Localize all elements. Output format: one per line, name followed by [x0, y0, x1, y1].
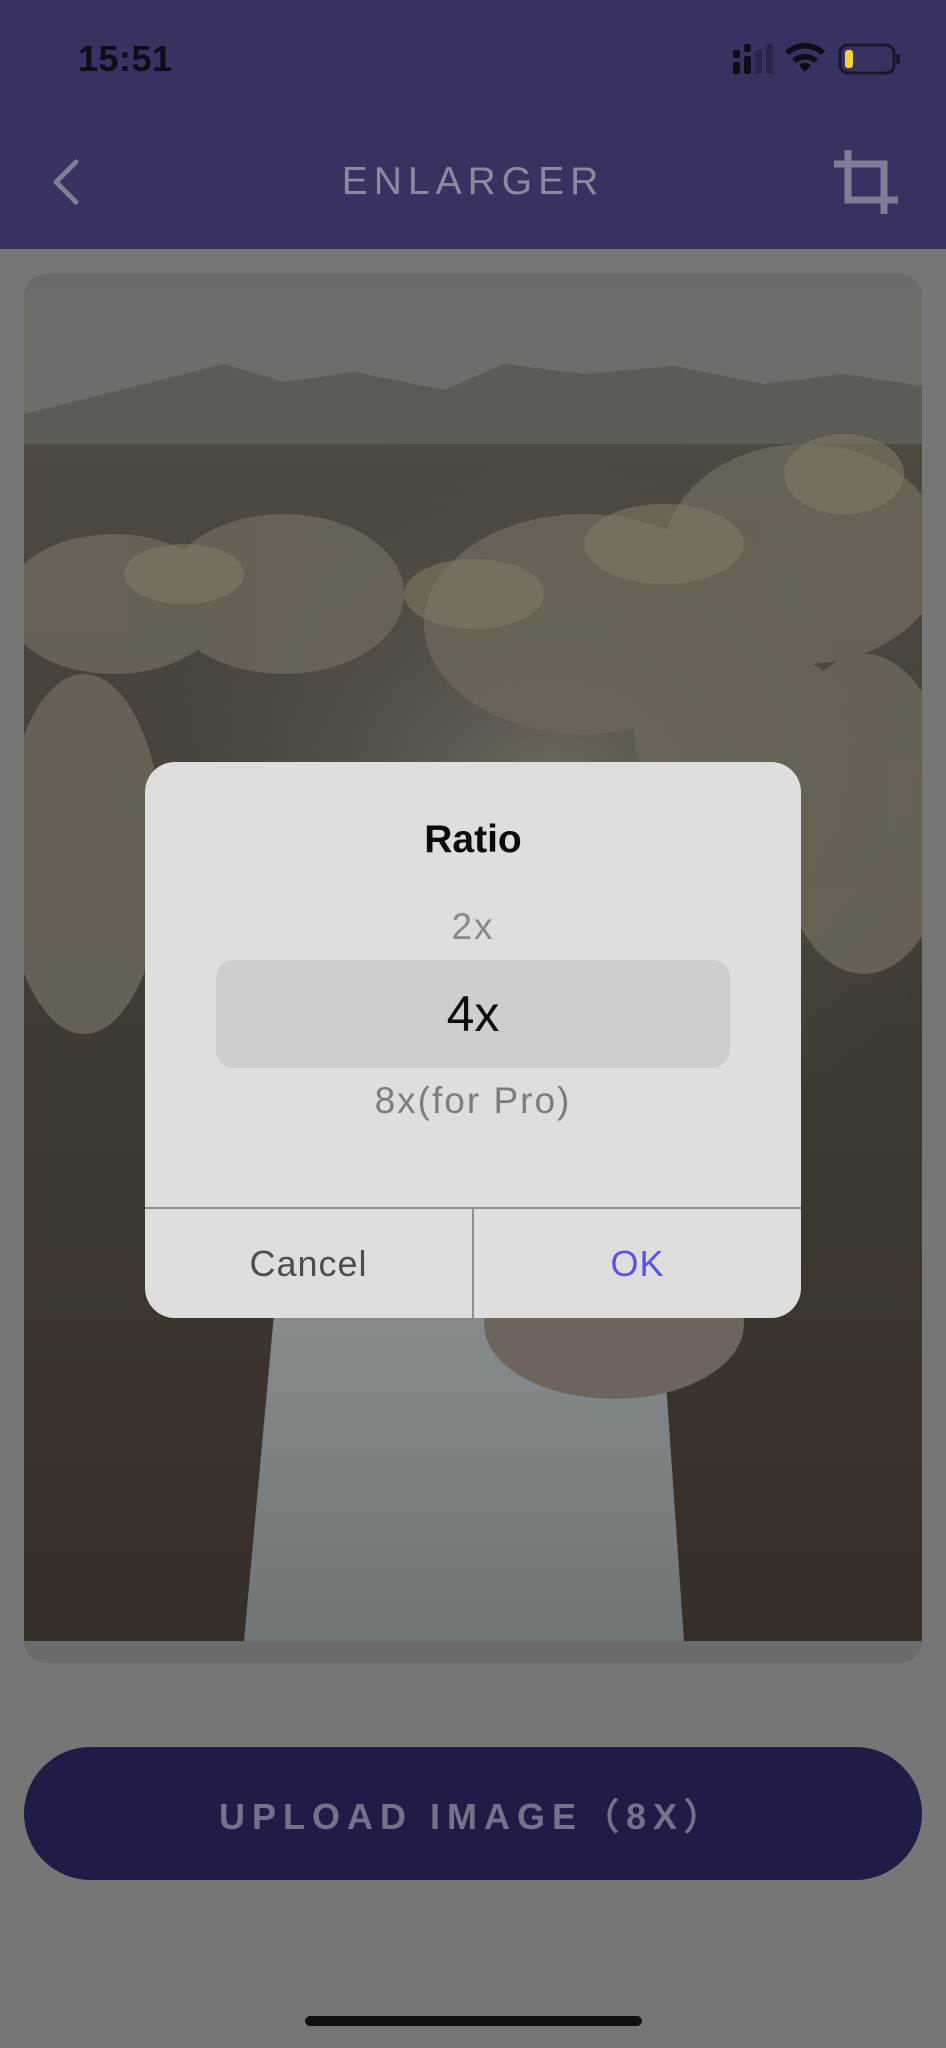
home-indicator — [305, 2016, 642, 2026]
cancel-button[interactable]: Cancel — [145, 1209, 472, 1318]
battery-low-icon — [838, 43, 900, 75]
page-title: ENLARGER — [341, 160, 605, 203]
wifi-icon — [785, 43, 825, 72]
app-header: 15:51 ENLARGER — [0, 0, 946, 249]
status-time: 15:51 — [78, 38, 173, 79]
ratio-option-selected[interactable]: 4x — [216, 960, 730, 1068]
upload-image-button[interactable]: UPLOAD IMAGE（8X） — [24, 1747, 922, 1880]
dialog-title: Ratio — [424, 818, 522, 861]
ratio-option-8x-pro[interactable]: 8x(for Pro) — [145, 1080, 801, 1122]
ok-button[interactable]: OK — [474, 1209, 801, 1318]
ratio-option-2x[interactable]: 2x — [145, 906, 801, 948]
crop-icon[interactable] — [830, 146, 902, 218]
cellular-signal-icon — [733, 44, 773, 74]
ratio-dialog: Ratio 2x 4x 8x(for Pro) Cancel OK — [145, 762, 801, 1318]
